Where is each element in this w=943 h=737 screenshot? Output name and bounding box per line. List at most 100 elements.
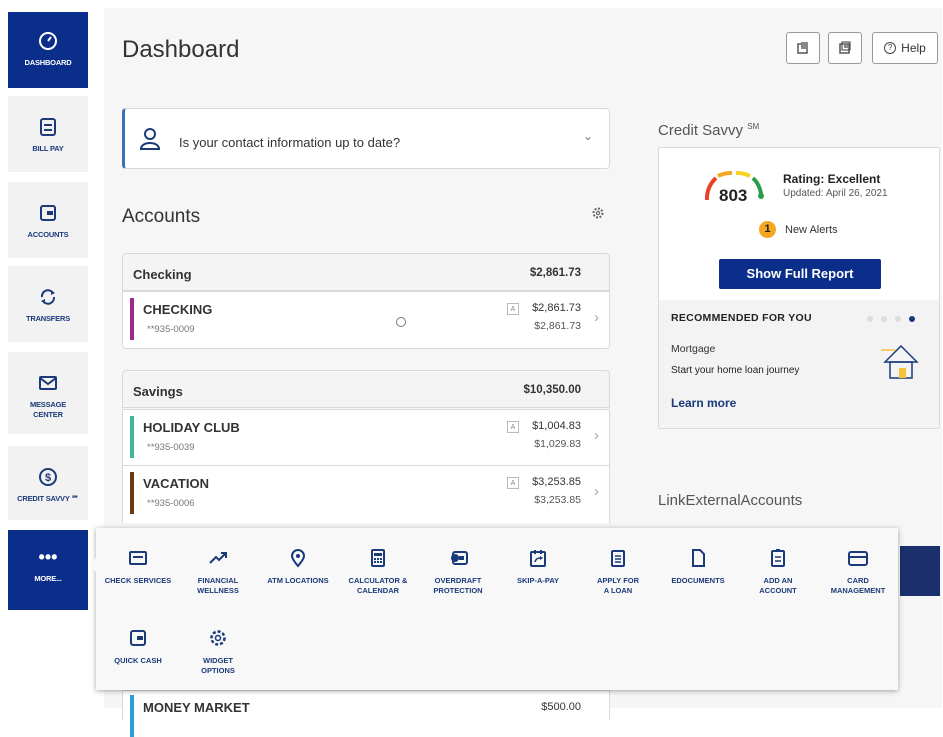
recommended-title: RECOMMENDED FOR YOU (671, 312, 812, 324)
gear-icon[interactable] (591, 206, 605, 220)
sidebar-item-message-center[interactable]: MESSAGE CENTER (8, 352, 88, 434)
credit-updated: Updated: April 26, 2021 (783, 188, 888, 199)
menu-item-skip-a-pay[interactable]: SKIP-A-PAY (498, 548, 578, 586)
skip-icon (530, 550, 546, 567)
account-row[interactable]: CHECKING **935-0009 A $2,861.73 $2,861.7… (122, 291, 610, 349)
group-name: Checking (133, 267, 192, 282)
carousel-dots[interactable] (867, 316, 915, 322)
menu-item-check-services[interactable]: CHECK SERVICES (98, 548, 178, 586)
chevron-down-icon: ⌄ (582, 129, 593, 143)
available-balance: $500.00 (541, 701, 581, 713)
chevron-right-icon: › (594, 427, 599, 444)
alert-count-badge: 1 (759, 221, 776, 238)
group-name: Savings (133, 384, 183, 399)
checkbook-icon (129, 551, 147, 565)
account-color-bar (130, 472, 134, 514)
show-full-report-button[interactable]: Show Full Report (719, 259, 881, 289)
wallet-icon (40, 205, 56, 221)
contact-banner[interactable]: Is your contact information up to date? … (122, 108, 610, 169)
transfer-icon (40, 289, 56, 305)
menu-item-atm-locations[interactable]: ATM LOCATIONS (258, 548, 338, 586)
help-button[interactable]: ? Help (872, 32, 938, 64)
current-balance: $1,029.83 (534, 438, 581, 450)
menu-item-calculator-calendar[interactable]: CALCULATOR & CALENDAR (338, 548, 418, 596)
calculator-icon (371, 549, 385, 567)
sidebar-item-label: DASHBOARD (24, 58, 72, 67)
available-balance: $1,004.83 (532, 420, 581, 432)
link-external-title: LinkExternalAccounts (658, 492, 803, 509)
credit-savvy-card: 803 Rating: Excellent Updated: April 26,… (658, 147, 940, 429)
menu-item-edocuments[interactable]: EDOCUMENTS (658, 548, 738, 586)
menu-item-card-management[interactable]: CARD MANAGEMENT (818, 548, 898, 596)
chevron-right-icon: › (594, 309, 599, 326)
customize-button[interactable] (828, 32, 862, 64)
sidebar-item-label: TRANSFERS (25, 314, 71, 323)
sidebar-item-bill-pay[interactable]: BILL PAY (8, 96, 88, 172)
current-balance: $2,861.73 (534, 320, 581, 332)
sidebar-item-dashboard[interactable]: DASHBOARD (8, 12, 88, 88)
bill-icon (40, 118, 56, 136)
layout-icon (839, 41, 851, 54)
clock-icon (396, 317, 406, 327)
dollar-circle-icon: $ (39, 468, 57, 486)
help-icon: ? (884, 42, 897, 54)
sidebar-item-more[interactable]: ••• MORE... (8, 530, 88, 610)
new-alerts-label: New Alerts (785, 224, 838, 236)
credit-savvy-title: Credit Savvy SM (658, 122, 759, 139)
credit-savvy-title-text: Credit Savvy (658, 122, 744, 139)
credit-card-icon (848, 551, 868, 566)
menu-item-quick-cash[interactable]: QUICK CASH (98, 628, 178, 666)
account-name: HOLIDAY CLUB (143, 420, 240, 435)
current-balance: $3,253.85 (534, 494, 581, 506)
ellipsis-icon: ••• (38, 547, 58, 567)
menu-item-label: WIDGET OPTIONS (201, 656, 235, 675)
popup-pointer (89, 558, 96, 572)
available-badge: A (507, 421, 519, 433)
group-total: $2,861.73 (529, 267, 581, 279)
trend-up-icon (209, 552, 227, 564)
speedometer-icon (39, 32, 57, 50)
account-row[interactable]: VACATION **935-0006 A $3,253.85 $3,253.8… (122, 465, 610, 523)
account-row[interactable]: HOLIDAY CLUB **935-0039 A $1,004.83 $1,0… (122, 409, 610, 467)
menu-item-label: APPLY FOR A LOAN (596, 576, 640, 595)
menu-item-label: CALCULATOR & CALENDAR (348, 576, 408, 595)
print-icon (797, 42, 808, 54)
file-icon (692, 549, 705, 567)
menu-item-widget-options[interactable]: WIDGET OPTIONS (178, 628, 258, 676)
wallet-icon (130, 630, 146, 646)
menu-item-label: ADD AN ACCOUNT (759, 576, 797, 595)
menu-item-label: OVERDRAFT PROTECTION (433, 576, 483, 595)
accounts-title: Accounts (122, 206, 201, 227)
credit-rating: Rating: Excellent (783, 172, 881, 186)
recommendation-text: Start your home loan journey (671, 365, 800, 376)
menu-item-apply-for-a-loan[interactable]: APPLY FOR A LOAN (578, 548, 658, 596)
menu-item-label: ATM LOCATIONS (267, 576, 329, 585)
account-number: **935-0039 (147, 442, 195, 453)
menu-item-overdraft-protection[interactable]: OVERDRAFT PROTECTION (418, 548, 498, 596)
account-color-bar (130, 695, 134, 737)
account-name: VACATION (143, 476, 209, 491)
available-badge: A (507, 303, 519, 315)
menu-item-financial-wellness[interactable]: FINANCIAL WELLNESS (178, 548, 258, 596)
contact-banner-text: Is your contact information up to date? (179, 135, 401, 150)
menu-item-add-an-account[interactable]: ADD AN ACCOUNT (738, 548, 818, 596)
print-button[interactable] (786, 32, 820, 64)
house-icon (881, 344, 919, 379)
sidebar-item-label: BILL PAY (32, 144, 64, 153)
account-row[interactable]: MONEY MARKET $500.00 (122, 690, 610, 737)
service-mark: SM (747, 122, 760, 131)
sidebar-item-label: MORE... (34, 574, 62, 583)
account-name: MONEY MARKET (143, 700, 250, 715)
sidebar-item-transfers[interactable]: TRANSFERS (8, 266, 88, 342)
learn-more-link[interactable]: Learn more (671, 396, 736, 410)
sidebar-item-credit-savvy[interactable]: $ CREDIT SAVVY ℠ (8, 446, 88, 520)
account-color-bar (130, 298, 134, 340)
sidebar-item-label: CREDIT SAVVY ℠ (17, 494, 79, 503)
document-icon (611, 550, 625, 567)
menu-item-label: SKIP-A-PAY (516, 576, 560, 585)
available-balance: $2,861.73 (532, 302, 581, 314)
sidebar-item-accounts[interactable]: ACCOUNTS (8, 182, 88, 258)
menu-item-label: FINANCIAL WELLNESS (197, 576, 239, 595)
gear-icon (210, 630, 226, 646)
sidebar-item-label: MESSAGE CENTER (29, 400, 67, 419)
